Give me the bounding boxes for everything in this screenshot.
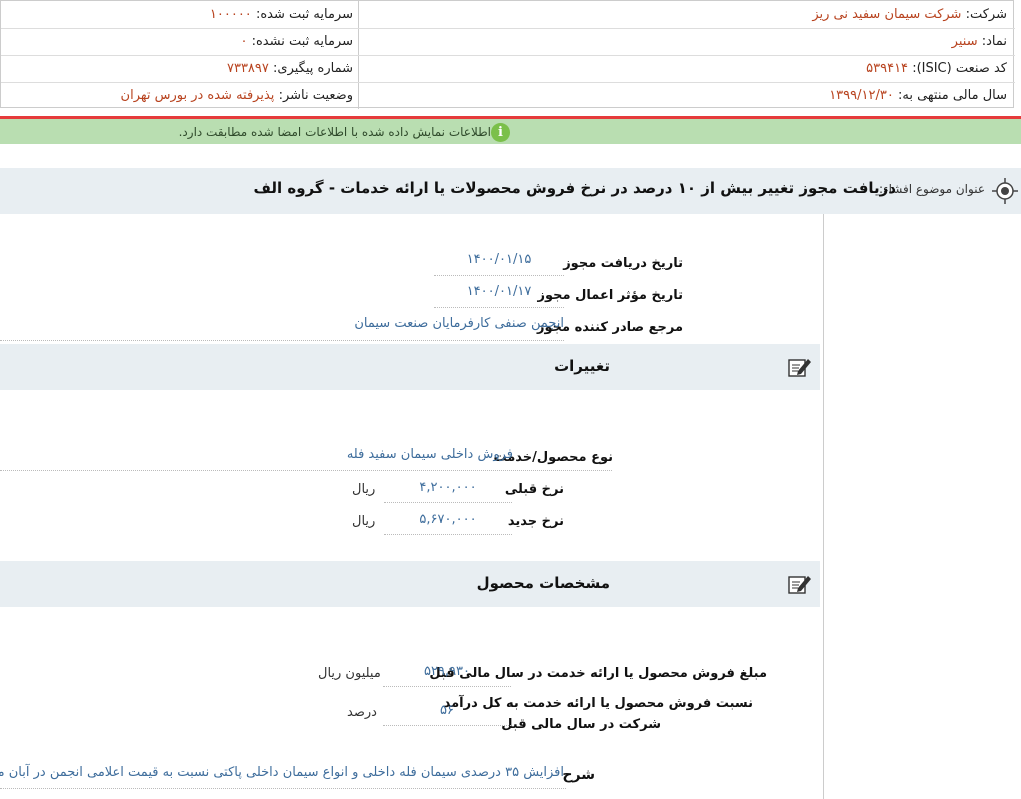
description-value: افزایش ۳۵ درصدی سیمان فله داخلی و انواع … — [0, 765, 564, 780]
tracking-row: شماره پیگیری: ۷۳۳۸۹۷ — [227, 55, 353, 82]
ratio-unit: درصد — [347, 705, 377, 720]
subject-title: دریافت مجوز تغییر بیش از ۱۰ درصد در نرخ … — [253, 179, 897, 197]
receive-date-label: تاریخ دریافت مجوز — [563, 256, 683, 271]
field-underline — [384, 502, 512, 503]
product-title: مشخصات محصول — [476, 574, 610, 592]
tracking-label: شماره پیگیری: — [273, 61, 353, 76]
fiscal-label: سال مالی منتهی به: — [897, 88, 1007, 103]
product-section-header: مشخصات محصول — [0, 561, 820, 607]
publisher-status-row: وضعیت ناشر: پذیرفته شده در بورس تهران — [121, 82, 353, 109]
fiscal-row: سال مالی منتهی به: ۱۳۹۹/۱۲/۳۰ — [829, 82, 1007, 109]
issuer-value: انجمن صنفی کارفرمایان صنعت سیمان — [354, 316, 564, 331]
isic-row: کد صنعت (ISIC): ۵۳۹۴۱۴ — [866, 55, 1007, 82]
row-divider — [1, 55, 1015, 56]
field-underline — [383, 725, 511, 726]
target-icon — [992, 178, 1018, 204]
unreg-capital-value: ۰ — [240, 34, 248, 49]
disclosure-subject-bar: عنوان موضوع افشاء: دریافت مجوز تغییر بیش… — [0, 168, 1021, 214]
changes-section-header: تغییرات — [0, 344, 820, 390]
content-divider — [823, 214, 824, 799]
sales-unit: میلیون ریال — [318, 666, 381, 681]
changes-title: تغییرات — [554, 357, 610, 375]
alert-text: اطلاعات نمایش داده شده با اطلاعات امضا ش… — [178, 125, 491, 139]
isic-label: کد صنعت (ISIC): — [912, 61, 1007, 76]
field-underline — [434, 275, 564, 276]
description-label: شرح — [562, 767, 595, 783]
field-underline — [0, 470, 612, 471]
field-underline — [384, 534, 512, 535]
edit-icon — [788, 576, 811, 594]
reg-capital-row: سرمایه ثبت شده: ۱۰۰۰۰۰ — [210, 1, 353, 28]
old-rate-label: نرخ قبلی — [504, 482, 564, 497]
tracking-value: ۷۳۳۸۹۷ — [226, 61, 269, 76]
effective-date-value: ۱۴۰۰/۰۱/۱۷ — [466, 284, 532, 299]
field-underline — [0, 788, 566, 789]
publisher-status-label: وضعیت ناشر: — [278, 88, 353, 103]
row-divider — [1, 28, 1015, 29]
unreg-capital-row: سرمایه ثبت نشده: ۰ — [240, 28, 353, 55]
symbol-value[interactable]: سنیر — [952, 34, 978, 49]
symbol-label: نماد: — [981, 34, 1007, 49]
product-type-value: فروش داخلی سیمان سفید فله — [346, 447, 513, 462]
old-rate-value: ۴,۲۰۰,۰۰۰ — [419, 480, 477, 495]
old-rate-unit: ریال — [352, 482, 376, 497]
symbol-row: نماد: سنیر — [952, 28, 1007, 55]
isic-value: ۵۳۹۴۱۴ — [866, 61, 909, 76]
sales-value: ۵۲۹,۹۳۰ — [423, 664, 471, 679]
unreg-capital-label: سرمایه ثبت نشده: — [251, 34, 353, 49]
company-label: شرکت: — [965, 7, 1007, 22]
verification-alert: i اطلاعات نمایش داده شده با اطلاعات امضا… — [0, 116, 1021, 144]
company-info-table: شرکت: شرکت سیمان سفید نی ریز نماد: سنیر … — [0, 0, 1015, 109]
new-rate-label: نرخ جدید — [507, 514, 564, 529]
reg-capital-value: ۱۰۰۰۰۰ — [209, 7, 252, 22]
new-rate-value: ۵,۶۷۰,۰۰۰ — [419, 512, 477, 527]
field-underline — [434, 307, 564, 308]
new-rate-unit: ریال — [352, 514, 376, 529]
fiscal-value: ۱۳۹۹/۱۲/۳۰ — [829, 88, 894, 103]
field-underline — [383, 686, 511, 687]
receive-date-value: ۱۴۰۰/۰۱/۱۵ — [466, 252, 532, 267]
ratio-label-line2: شرکت در سال مالی قبل — [501, 717, 661, 732]
edit-icon — [788, 359, 811, 377]
info-icon: i — [491, 123, 510, 142]
company-row: شرکت: شرکت سیمان سفید نی ریز — [812, 1, 1007, 28]
ratio-value: ۵۶ — [440, 703, 454, 718]
publisher-status-value: پذیرفته شده در بورس تهران — [120, 88, 275, 103]
company-value[interactable]: شرکت سیمان سفید نی ریز — [812, 7, 961, 22]
field-underline — [0, 340, 564, 341]
reg-capital-label: سرمایه ثبت شده: — [255, 7, 353, 22]
